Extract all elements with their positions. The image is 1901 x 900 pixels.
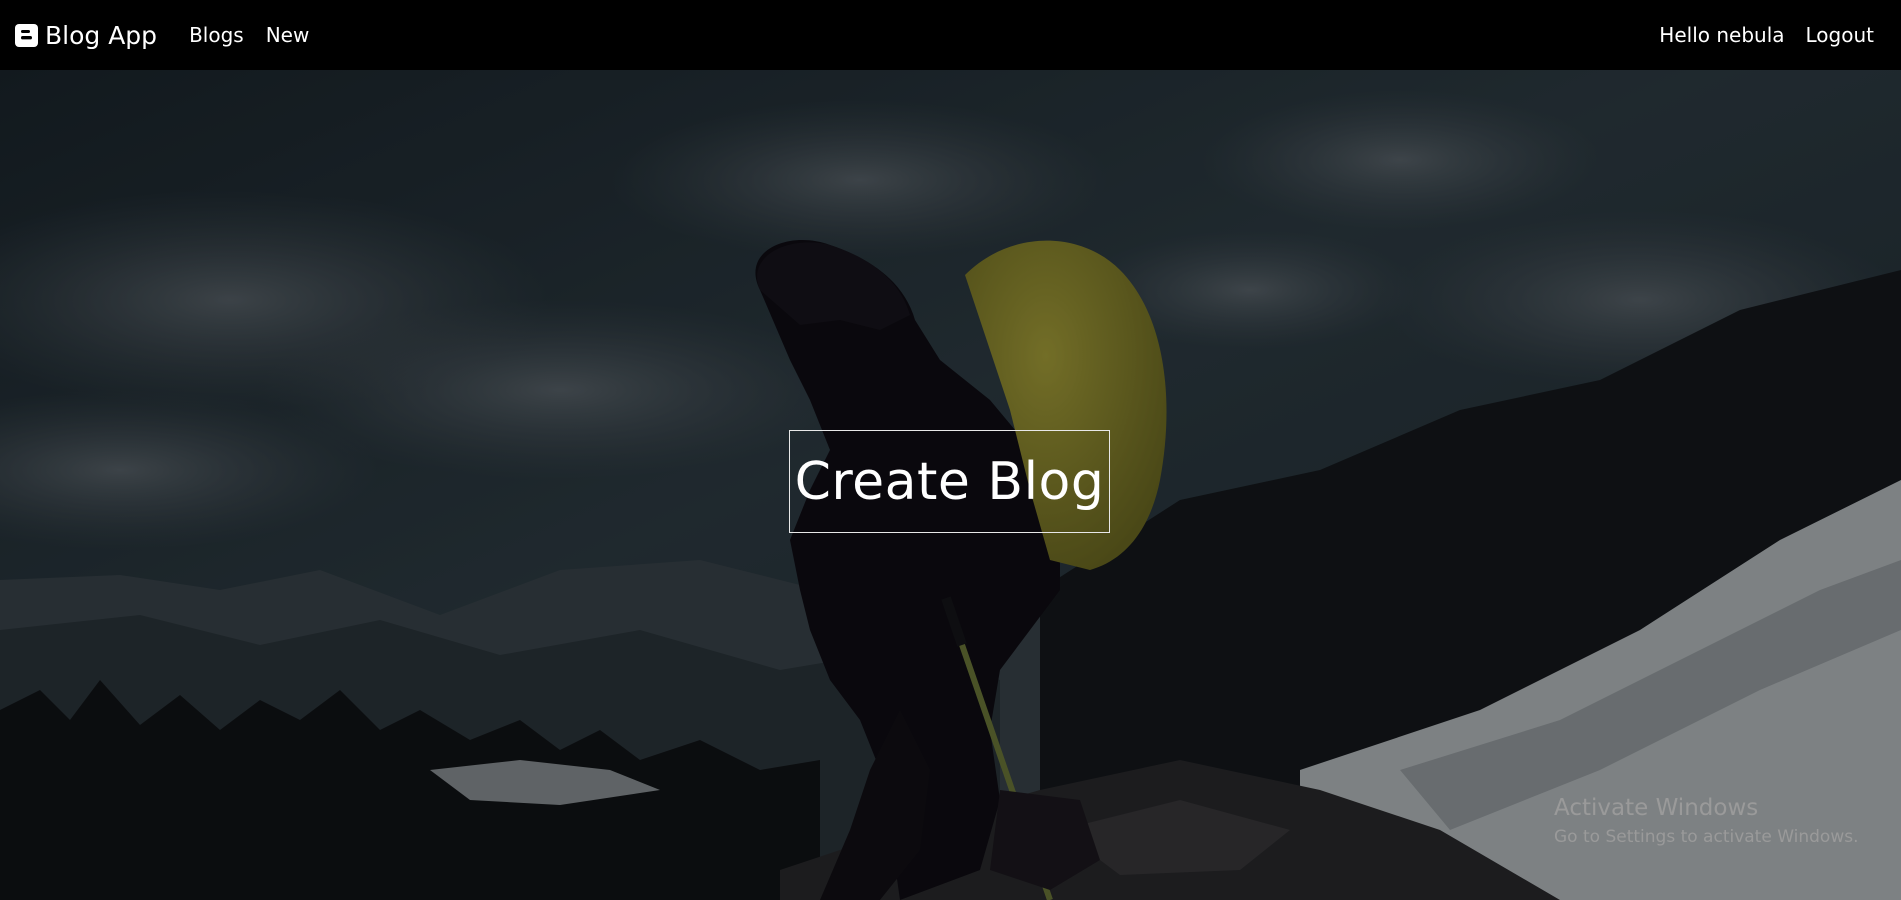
nav-right: Hello nebula Logout <box>1638 23 1886 47</box>
nav-link-blogs[interactable]: Blogs <box>189 23 244 47</box>
brand-link[interactable]: Blog App <box>15 21 157 50</box>
watermark-subtitle: Go to Settings to activate Windows. <box>1554 827 1859 847</box>
create-blog-button[interactable]: Create Blog <box>789 430 1110 533</box>
brand-label: Blog App <box>45 20 158 50</box>
user-greeting-link[interactable]: Hello nebula <box>1659 23 1784 47</box>
watermark-title: Activate Windows <box>1554 795 1759 821</box>
navbar: Blog App Blogs New Hello nebula Logout <box>0 0 1901 70</box>
nav-link-new[interactable]: New <box>266 23 310 47</box>
blogger-icon <box>15 23 38 47</box>
activate-windows-watermark: Activate Windows Go to Settings to activ… <box>1554 795 1859 847</box>
hero-section: Create Blog Activate Windows Go to Setti… <box>0 70 1901 900</box>
logout-link[interactable]: Logout <box>1806 23 1874 47</box>
